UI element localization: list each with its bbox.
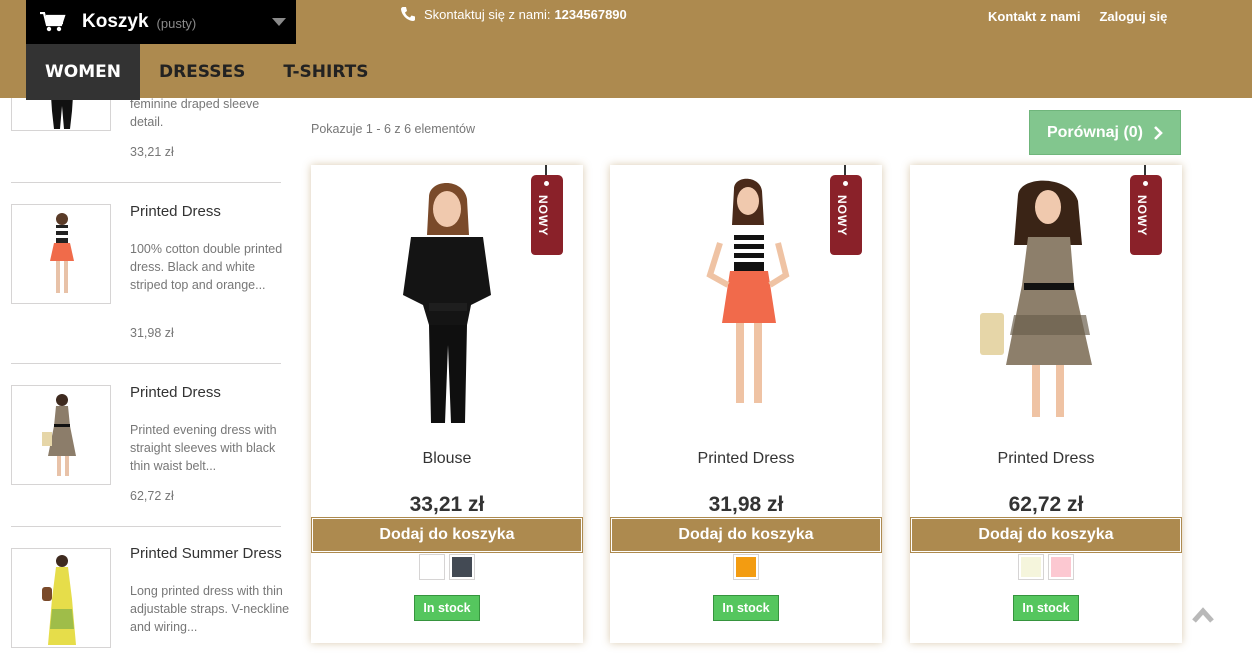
sidebar-item-blouse[interactable]: feminine draped sleeve detail. 33,21 zł [11, 80, 281, 183]
contact-us-link[interactable]: Kontakt z nami [988, 9, 1080, 24]
stock-status: In stock [610, 595, 882, 621]
menu-item-dresses[interactable]: DRESSES [140, 44, 264, 100]
menu-item-t-shirts[interactable]: T-SHIRTS [264, 44, 387, 100]
product-card[interactable]: NOWY Blouse 33,21 zł Dodaj do koszyka In… [311, 165, 583, 643]
contact-phone: 1234567890 [554, 6, 627, 22]
cart-label: Koszyk [82, 11, 149, 32]
product-count: Pokazuje 1 - 6 z 6 elementów [311, 122, 475, 136]
product-name[interactable]: Blouse [311, 450, 583, 468]
menu-item-women[interactable]: WOMEN [26, 44, 140, 100]
sidebar-item-name[interactable]: Printed Dress [130, 384, 221, 401]
stock-label: In stock [414, 595, 480, 621]
sidebar-item-description: Long printed dress with thin adjustable … [130, 584, 290, 634]
product-price: 62,72 zł [1008, 493, 1084, 516]
top-links: Kontakt z nami Zaloguj się [988, 9, 1186, 24]
scroll-top-icon[interactable] [1185, 598, 1221, 634]
color-swatch[interactable] [1048, 554, 1074, 580]
sidebar-item-printed-dress[interactable]: Printed Dress Printed evening dress with… [11, 364, 281, 527]
sidebar-item-price: 33,21 zł [130, 145, 174, 159]
new-label: NOWY [835, 195, 849, 237]
contact-info: Skontaktuj się z nami: 1234567890 [400, 6, 627, 22]
stock-label: In stock [713, 595, 779, 621]
new-label: NOWY [1135, 195, 1149, 237]
color-swatch[interactable] [419, 554, 445, 580]
color-swatches [910, 554, 1182, 580]
login-link[interactable]: Zaloguj się [1099, 9, 1167, 24]
product-price: 31,98 zł [708, 493, 784, 516]
sidebar-item-thumbnail[interactable] [11, 204, 111, 304]
compare-label: Porównaj (0) [1046, 123, 1143, 141]
site-header: Koszyk (pusty) Skontaktuj się z nami: 12… [0, 0, 1252, 100]
cart-icon [40, 12, 66, 32]
cart-block[interactable]: Koszyk (pusty) [26, 0, 296, 44]
color-swatch[interactable] [733, 554, 759, 580]
sidebar-item-description: feminine draped sleeve detail. [130, 97, 260, 129]
sidebar-item-printed-summer-dress[interactable]: Printed Summer Dress Long printed dress … [11, 527, 289, 653]
color-swatch[interactable] [1018, 554, 1044, 580]
sidebar-item-price: 62,72 zł [130, 489, 174, 503]
chevron-right-icon [1154, 125, 1163, 140]
stock-status: In stock [910, 595, 1182, 621]
cart-status: (pusty) [156, 16, 197, 31]
sidebar-item-name[interactable]: Printed Summer Dress [130, 545, 282, 562]
add-to-cart-button[interactable]: Dodaj do koszyka [311, 517, 583, 553]
compare-button[interactable]: Porównaj (0) [1029, 110, 1181, 155]
sidebar-item-thumbnail[interactable] [11, 385, 111, 485]
add-to-cart-button[interactable]: Dodaj do koszyka [910, 517, 1182, 553]
sidebar-item-price: 31,98 zł [130, 326, 174, 340]
product-card[interactable]: NOWY Printed Dress 31,98 zł Dodaj do kos… [610, 165, 882, 643]
add-to-cart-button[interactable]: Dodaj do koszyka [610, 517, 882, 553]
stock-label: In stock [1013, 595, 1079, 621]
sidebar-item-thumbnail[interactable] [11, 548, 111, 648]
product-card[interactable]: NOWY Printed Dress 62,72 zł Dodaj do kos… [910, 165, 1182, 643]
new-label: NOWY [536, 195, 550, 237]
main-menu: WOMEN DRESSES T-SHIRTS [26, 44, 388, 100]
product-name[interactable]: Printed Dress [610, 450, 882, 468]
color-swatches [311, 554, 583, 580]
product-name[interactable]: Printed Dress [910, 450, 1182, 468]
sidebar-item-description: 100% cotton double printed dress. Black … [130, 242, 283, 292]
sidebar-item-name[interactable]: Printed Dress [130, 203, 221, 220]
color-swatches [610, 554, 882, 580]
sidebar-item-description: Printed evening dress with straight slee… [130, 423, 277, 473]
color-swatch[interactable] [449, 554, 475, 580]
stock-status: In stock [311, 595, 583, 621]
contact-label: Skontaktuj się z nami: [424, 6, 551, 22]
product-price: 33,21 zł [409, 493, 485, 516]
phone-icon [401, 7, 415, 21]
sidebar-item-printed-dress[interactable]: Printed Dress 100% cotton double printed… [11, 183, 282, 364]
page: feminine draped sleeve detail. 33,21 zł … [0, 0, 1252, 653]
chevron-down-icon[interactable] [272, 18, 286, 26]
